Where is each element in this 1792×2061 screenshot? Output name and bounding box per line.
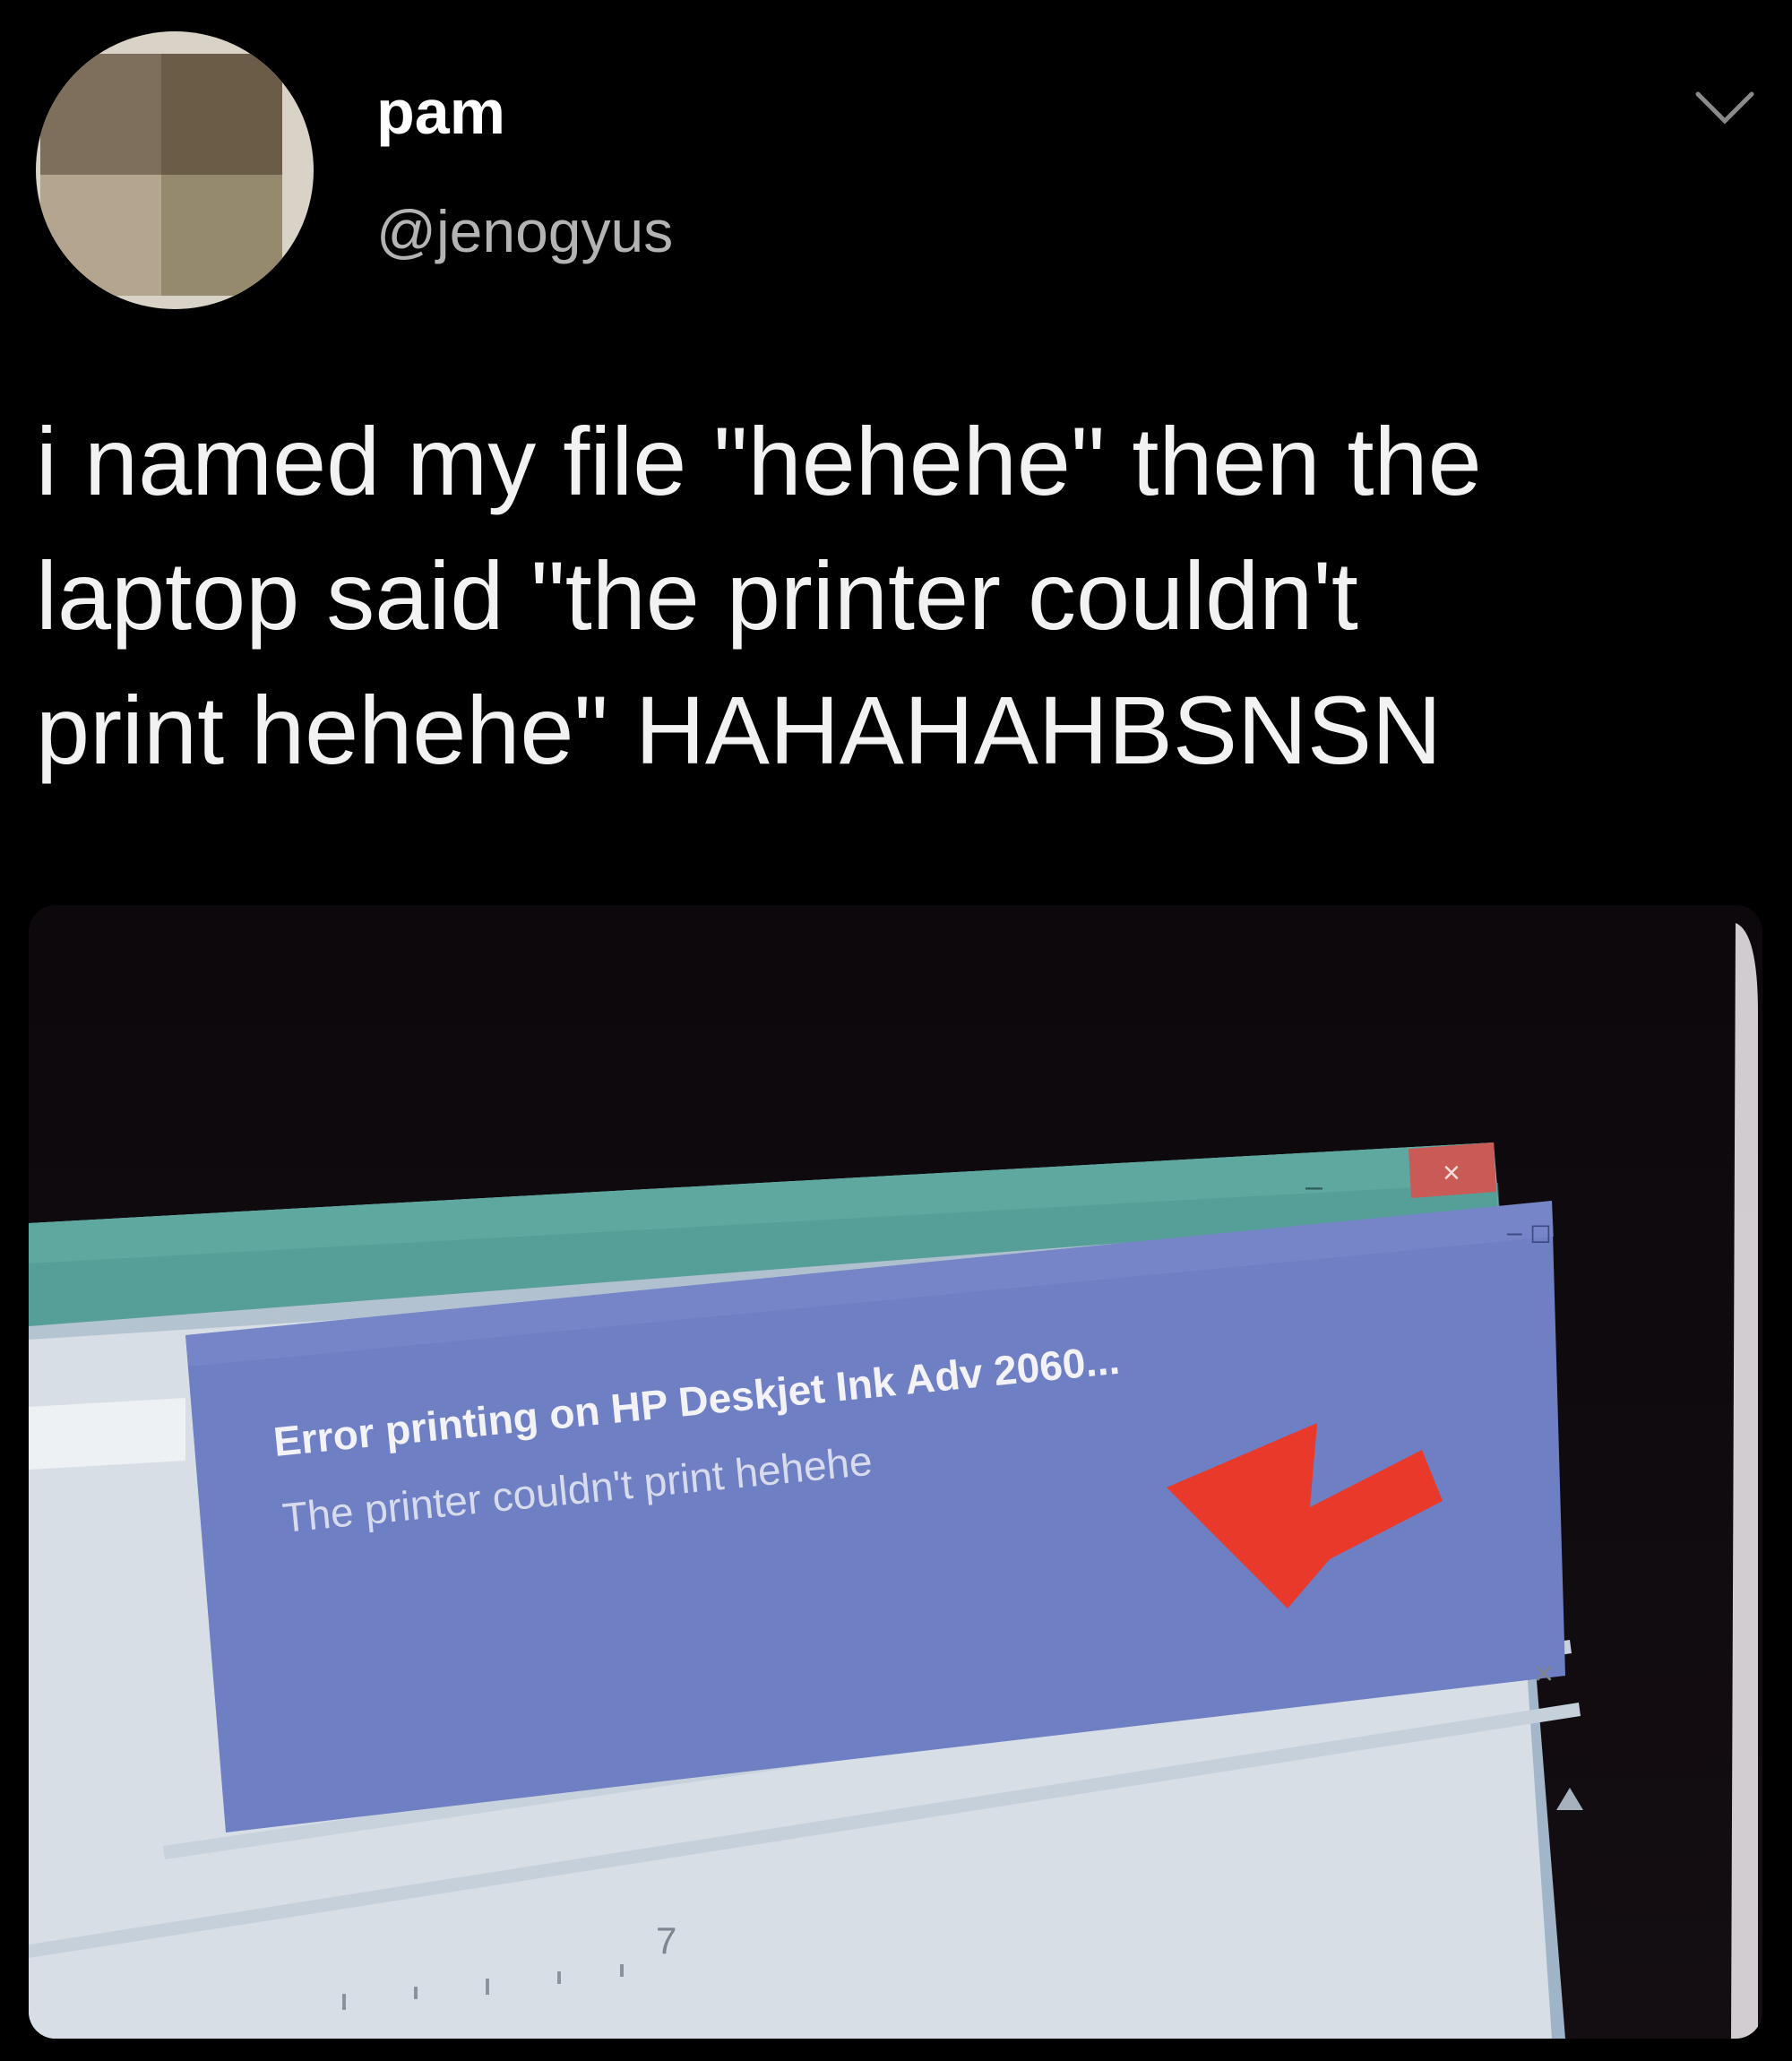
window-minimize-icon[interactable]: –	[1305, 1169, 1322, 1203]
close-icon[interactable]: ×	[1534, 1655, 1554, 1693]
tweet-photo[interactable]: × – 7 Error printing on HP Deskjet Ink A…	[29, 905, 1762, 2039]
ruler-number: 7	[656, 1919, 676, 1962]
laptop-screen-photo: × – 7 Error printing on HP Deskjet Ink A…	[29, 905, 1762, 2039]
avatar-pixelated-image	[40, 54, 282, 296]
chevron-down-icon[interactable]	[1693, 85, 1756, 130]
avatar[interactable]	[36, 31, 314, 309]
user-handle[interactable]: @jenogyus	[376, 197, 673, 265]
tweet-header: pam @jenogyus	[0, 0, 1792, 358]
window-close-icon[interactable]: ×	[1443, 1156, 1460, 1190]
notification-menu-icon[interactable]: – ◻	[1507, 1218, 1552, 1247]
display-name[interactable]: pam	[376, 76, 505, 148]
tweet-text: i named my file "hehehe" then the laptop…	[36, 407, 1482, 784]
